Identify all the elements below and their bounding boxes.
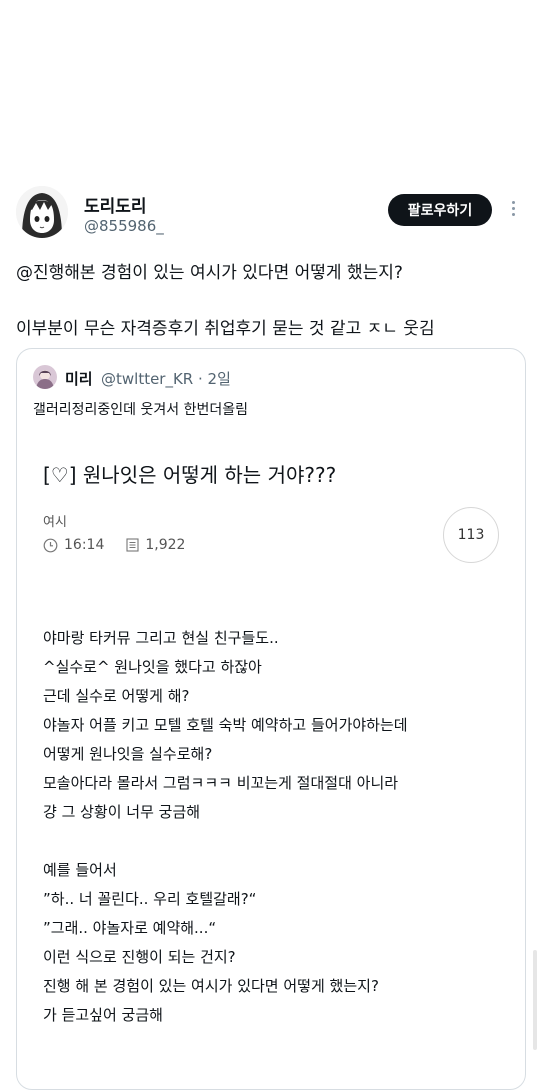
- post-body-line: 어떻게 원나잇을 실수로해?: [43, 745, 213, 763]
- post-body-line: ”하.. 너 꼴린다.. 우리 호텔갈래?“: [43, 890, 257, 908]
- follow-button[interactable]: 팔로우하기: [388, 194, 492, 226]
- post-body-line: 모솔아다라 몰라서 그럼ㅋㅋㅋ 비꼬는게 절대절대 아니라: [43, 774, 399, 792]
- post-body-line: ^실수로^ 원나잇을 했다고 하잖아: [43, 658, 262, 676]
- quoted-avatar-icon: [33, 365, 57, 389]
- post-body-line: 근데 실수로 어떻게 해?: [43, 687, 190, 705]
- quoted-author-name: 미리: [65, 370, 93, 388]
- post-view-count: 1,922: [145, 537, 186, 553]
- more-options-icon[interactable]: [507, 198, 519, 222]
- author-display-name[interactable]: 도리도리: [84, 192, 147, 217]
- author-handle[interactable]: @855986_: [84, 217, 164, 235]
- anime-girl-avatar-icon: [16, 186, 68, 238]
- clock-icon: [43, 538, 58, 552]
- author-avatar[interactable]: [16, 186, 68, 238]
- quoted-author-avatar: [33, 365, 57, 389]
- post-body-line: 이런 식으로 진행이 되는 건지?: [43, 948, 236, 966]
- post-time: 16:14: [64, 537, 105, 553]
- comment-count-badge[interactable]: 113: [443, 507, 499, 563]
- post-title: [♡] 원나잇은 어떻게 하는 거야???: [43, 463, 337, 487]
- post-body-line: 예를 들어서: [43, 861, 117, 879]
- quoted-tweet-card[interactable]: 미리 @twltter_KR · 2일 갤러리정리중인데 웃겨서 한번더올림 […: [16, 348, 526, 1090]
- post-meta-row: 16:14 1,922: [43, 537, 185, 553]
- post-body-line: 걍 그 상황이 너무 궁금해: [43, 803, 201, 821]
- scrollbar[interactable]: [533, 950, 537, 1050]
- tweet-text-line: @진행해본 경험이 있는 여시가 있다면 어떻게 했는지?: [16, 263, 403, 283]
- post-body-line: 야놀자 어플 키고 모텔 호텔 숙박 예약하고 들어가야하는데: [43, 716, 408, 734]
- tweet-text-line: 이부분이 무슨 자격증후기 취업후기 묻는 것 같고 ㅈㄴ 웃김: [16, 319, 435, 339]
- post-board-name: 여시: [43, 515, 67, 530]
- post-body-line: 야마랑 타커뮤 그리고 현실 친구들도..: [43, 629, 279, 647]
- document-icon: [126, 538, 139, 552]
- quoted-tweet-text: 갤러리정리중인데 웃겨서 한번더올림: [33, 402, 248, 418]
- post-body-line: 진행 해 본 경험이 있는 여시가 있다면 어떻게 했는지?: [43, 977, 379, 995]
- post-body-line: 가 듣고싶어 궁금해: [43, 1006, 163, 1024]
- quoted-author-meta: @twltter_KR · 2일: [101, 370, 231, 388]
- post-body-line: ”그래.. 야놀자로 예약해...“: [43, 919, 217, 937]
